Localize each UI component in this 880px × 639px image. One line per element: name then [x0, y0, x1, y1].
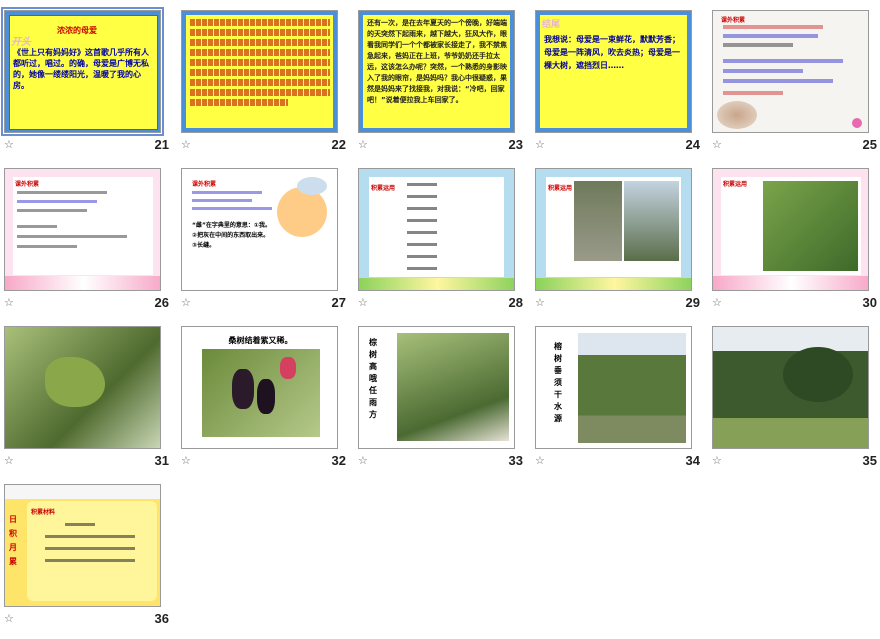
slide-side-label: 结尾 — [542, 20, 561, 30]
slide-label: 积累运用 — [371, 185, 396, 192]
star-icon[interactable]: ☆ — [712, 297, 722, 309]
slide-thumb-28[interactable]: 积累运用 ☆ 28 — [358, 168, 523, 323]
cloud-icon — [297, 177, 327, 195]
slide-number: 21 — [154, 137, 169, 152]
leaf-photo — [45, 357, 105, 407]
slide-thumb-23[interactable]: 还有一次，是在去年夏天的一个傍晚，好端端的天突然下起雨来，越下越大，狂风大作，眼… — [358, 10, 523, 165]
slide-number: 26 — [154, 295, 169, 310]
slide-label: 积累材料 — [31, 509, 56, 516]
grass-border — [359, 278, 514, 290]
slide-thumb-25[interactable]: 课外积累 ☆ 25 — [712, 10, 877, 165]
slide-number: 22 — [331, 137, 346, 152]
slide-number: 36 — [154, 611, 169, 626]
slide-thumb-21[interactable]: 开头 浓浓的母爱 《世上只有妈妈好》这首歌几乎所有人都听过，唱过。的确，母爱是广… — [1, 7, 169, 165]
slide-label: 积累运用 — [548, 185, 573, 192]
slide-side-label: 开头 — [11, 37, 31, 48]
slide-number: 27 — [331, 295, 346, 310]
star-icon[interactable]: ☆ — [535, 455, 545, 467]
slide-number: 33 — [508, 453, 523, 468]
girl-illustration — [277, 187, 327, 237]
slide-number: 28 — [508, 295, 523, 310]
star-icon[interactable]: ☆ — [535, 139, 545, 151]
slide-thumb-30[interactable]: 积累运用 ☆ 30 — [712, 168, 877, 323]
slide-number: 25 — [862, 137, 877, 152]
slide-vertical-text: 榕树垂须干水源 — [554, 342, 562, 423]
slide-thumb-29[interactable]: 积累运用 ☆ 29 — [535, 168, 700, 323]
star-icon[interactable]: ☆ — [181, 297, 191, 309]
slide-thumb-34[interactable]: 榕树垂须干水源 ☆ 34 — [535, 326, 700, 481]
slide-label: 课外积累 — [721, 17, 746, 24]
slide-body: 我想说：母爱是一束鲜花，默默芳香；母爱是一阵清风，吹去炎热；母爱是一棵大树，遮挡… — [544, 35, 680, 70]
star-icon[interactable]: ☆ — [4, 455, 14, 467]
star-icon[interactable]: ☆ — [181, 139, 191, 151]
star-icon[interactable]: ☆ — [712, 139, 722, 151]
slide-thumb-33[interactable]: 棕树高哦任雨方 ☆ 33 — [358, 326, 523, 481]
flower-border — [713, 276, 868, 290]
slide-title: 浓浓的母爱 — [57, 26, 97, 35]
star-icon[interactable]: ☆ — [4, 613, 14, 625]
tree-photo — [574, 181, 622, 261]
slide-thumb-22[interactable]: ☆ 22 — [181, 10, 346, 165]
star-icon[interactable]: ☆ — [358, 455, 368, 467]
star-icon[interactable]: ☆ — [535, 297, 545, 309]
slide-body: 还有一次，是在去年夏天的一个傍晚，好端端的天突然下起雨来，越下越大，狂风大作，眼… — [367, 19, 507, 104]
star-icon[interactable]: ☆ — [181, 455, 191, 467]
slide-caption: 桑树结着紫又稀。 — [228, 336, 293, 345]
slide-body: “雌”在字典里的意思：①我。②把灰在中间的东西取出来。③长缝。 — [192, 222, 271, 249]
mulberry-photo — [202, 349, 320, 437]
slide-number: 32 — [331, 453, 346, 468]
slide-body: 《世上只有妈妈好》这首歌几乎所有人都听过，唱过。的确，母爱是广博无私的，她像一缕… — [13, 48, 149, 90]
slide-number: 31 — [154, 453, 169, 468]
slide-vertical-text: 棕树高哦任雨方 — [369, 338, 377, 419]
slide-number: 30 — [862, 295, 877, 310]
slide-label: 积累运用 — [723, 181, 748, 188]
slide-number: 35 — [862, 453, 877, 468]
grass-border — [536, 278, 691, 290]
slide-number: 24 — [685, 137, 700, 152]
slide-thumb-27[interactable]: 课外积累 “雌”在字典里的意思：①我。②把灰在中间的东西取出来。③长缝。 ☆ 2… — [181, 168, 346, 323]
banyan-photo — [578, 333, 686, 443]
slide-thumb-35[interactable]: ☆ 35 — [712, 326, 877, 481]
flower-border — [5, 276, 160, 290]
slide-side-label: 日积月累 — [9, 515, 17, 566]
star-icon[interactable]: ☆ — [4, 297, 14, 309]
slide-thumb-32[interactable]: 桑树结着紫又稀。 ☆ 32 — [181, 326, 346, 481]
slide-thumb-26[interactable]: 课外积累 ☆ 26 — [4, 168, 169, 323]
slide-number: 23 — [508, 137, 523, 152]
slide-body-text — [190, 19, 330, 106]
flower-icon — [852, 118, 862, 128]
star-icon[interactable]: ☆ — [712, 455, 722, 467]
tree-photo — [624, 181, 679, 261]
slide-number: 29 — [685, 295, 700, 310]
slide-thumb-36[interactable]: 日积月累 积累材料 ☆ 36 — [4, 484, 169, 639]
palm-photo — [397, 333, 509, 441]
slide-thumb-31[interactable]: ☆ 31 — [4, 326, 169, 481]
slide-thumb-24[interactable]: 结尾 我想说：母爱是一束鲜花，默默芳香；母爱是一阵清风，吹去炎热；母爱是一棵大树… — [535, 10, 700, 165]
star-icon[interactable]: ☆ — [358, 139, 368, 151]
scroll-paper — [27, 501, 157, 601]
tree-photo — [783, 347, 853, 402]
slide-number: 34 — [685, 453, 700, 468]
decor-image — [717, 101, 757, 129]
slide-label: 课外积累 — [15, 181, 40, 188]
leaf-photo — [763, 181, 858, 271]
star-icon[interactable]: ☆ — [4, 139, 14, 151]
slide-label: 课外积累 — [192, 181, 217, 188]
star-icon[interactable]: ☆ — [358, 297, 368, 309]
